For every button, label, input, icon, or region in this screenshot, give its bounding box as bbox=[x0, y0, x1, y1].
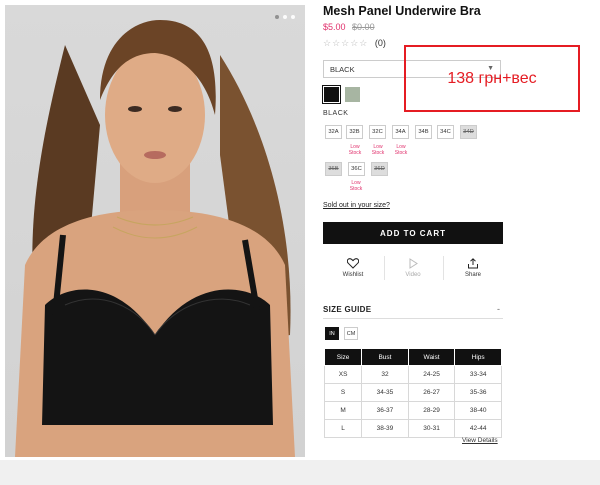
product-image[interactable] bbox=[5, 5, 305, 457]
wishlist-label: Wishlist bbox=[342, 272, 364, 278]
size-option-32b[interactable]: 32B bbox=[346, 125, 363, 139]
size-option-32c[interactable]: 32C bbox=[369, 125, 386, 139]
add-to-cart-button[interactable]: ADD TO CART bbox=[323, 222, 503, 244]
product-title: Mesh Panel Underwire Bra bbox=[323, 4, 481, 18]
table-row: M 36-37 28-29 38-40 bbox=[323, 401, 502, 420]
divider bbox=[323, 318, 503, 319]
model-photo-illustration bbox=[15, 20, 295, 457]
original-price: $0.00 bbox=[352, 22, 375, 32]
table-row: L 38-39 30-31 42-44 bbox=[323, 419, 502, 438]
unit-toggle-cm[interactable]: CM bbox=[344, 327, 358, 340]
size-option-34c[interactable]: 34C bbox=[437, 125, 454, 139]
price-annotation: 138 грн+вес bbox=[404, 45, 580, 112]
table-cell: 24-25 bbox=[407, 365, 456, 384]
play-icon bbox=[409, 258, 418, 269]
heart-icon bbox=[347, 258, 359, 269]
table-cell: M bbox=[323, 401, 363, 420]
table-cell: 32 bbox=[361, 365, 409, 384]
table-header-row: Size Bust Waist Hips bbox=[323, 348, 502, 366]
column-header: Bust bbox=[361, 348, 409, 366]
product-price: $5.00 $0.00 bbox=[323, 22, 375, 32]
low-stock-label: Low Stock bbox=[394, 144, 408, 156]
table-cell: 26-27 bbox=[407, 383, 456, 402]
table-cell: 38-39 bbox=[361, 419, 409, 438]
share-label: Share bbox=[464, 272, 481, 278]
carousel-dot[interactable] bbox=[275, 15, 279, 19]
video-label: Video bbox=[405, 272, 421, 278]
low-stock-label: Low Stock bbox=[349, 180, 363, 192]
share-button[interactable]: Share bbox=[453, 258, 493, 278]
column-header: Waist bbox=[407, 348, 456, 366]
table-cell: L bbox=[323, 419, 363, 438]
swatch-black[interactable] bbox=[322, 85, 341, 104]
carousel-dot[interactable] bbox=[283, 15, 287, 19]
low-stock-label: Low Stock bbox=[348, 144, 362, 156]
column-header: Size bbox=[323, 348, 363, 366]
table-cell: 28-29 bbox=[407, 401, 456, 420]
rating[interactable]: ☆☆☆☆☆ (0) bbox=[323, 38, 386, 49]
carousel-dot[interactable] bbox=[291, 15, 295, 19]
size-option-34b[interactable]: 34B bbox=[415, 125, 432, 139]
action-divider bbox=[443, 256, 444, 280]
size-option-36c[interactable]: 36C bbox=[348, 162, 365, 176]
carousel-dots[interactable] bbox=[275, 15, 295, 19]
selected-color-name: BLACK bbox=[323, 110, 349, 117]
star-rating-icon: ☆☆☆☆☆ bbox=[323, 38, 369, 48]
wishlist-button[interactable]: Wishlist bbox=[333, 258, 373, 278]
table-cell: 35-36 bbox=[454, 383, 502, 402]
page-footer-strip bbox=[0, 460, 600, 485]
share-icon bbox=[468, 258, 478, 269]
unit-toggle-in[interactable]: IN bbox=[325, 327, 339, 340]
sold-out-link[interactable]: Sold out in your size? bbox=[323, 202, 390, 209]
swatch-sage[interactable] bbox=[345, 87, 360, 102]
table-cell: 34-35 bbox=[361, 383, 409, 402]
view-details-link[interactable]: View Details bbox=[462, 437, 498, 444]
table-cell: 36-37 bbox=[361, 401, 409, 420]
table-cell: 42-44 bbox=[454, 419, 502, 438]
size-option-34d[interactable]: 34D bbox=[460, 125, 477, 139]
table-cell: 30-31 bbox=[407, 419, 456, 438]
size-option-36d[interactable]: 36D bbox=[371, 162, 388, 176]
table-cell: XS bbox=[323, 365, 363, 384]
collapse-toggle-icon[interactable]: - bbox=[497, 304, 500, 314]
color-select-value: BLACK bbox=[330, 64, 355, 74]
size-guide-title[interactable]: SIZE GUIDE bbox=[323, 305, 371, 314]
table-cell: 38-40 bbox=[454, 401, 502, 420]
size-guide-table: Size Bust Waist Hips XS 32 24-25 33-34 S… bbox=[323, 348, 502, 438]
size-option-36b[interactable]: 36B bbox=[325, 162, 342, 176]
review-count: (0) bbox=[374, 38, 386, 48]
video-button[interactable]: Video bbox=[393, 258, 433, 278]
table-cell: S bbox=[323, 383, 363, 402]
column-header: Hips bbox=[454, 348, 502, 366]
size-option-32a[interactable]: 32A bbox=[325, 125, 342, 139]
table-cell: 33-34 bbox=[454, 365, 502, 384]
table-row: S 34-35 26-27 35-36 bbox=[323, 383, 502, 402]
low-stock-label: Low Stock bbox=[371, 144, 385, 156]
size-option-34a[interactable]: 34A bbox=[392, 125, 409, 139]
table-row: XS 32 24-25 33-34 bbox=[323, 365, 502, 384]
sale-price: $5.00 bbox=[323, 22, 346, 32]
action-divider bbox=[384, 256, 385, 280]
